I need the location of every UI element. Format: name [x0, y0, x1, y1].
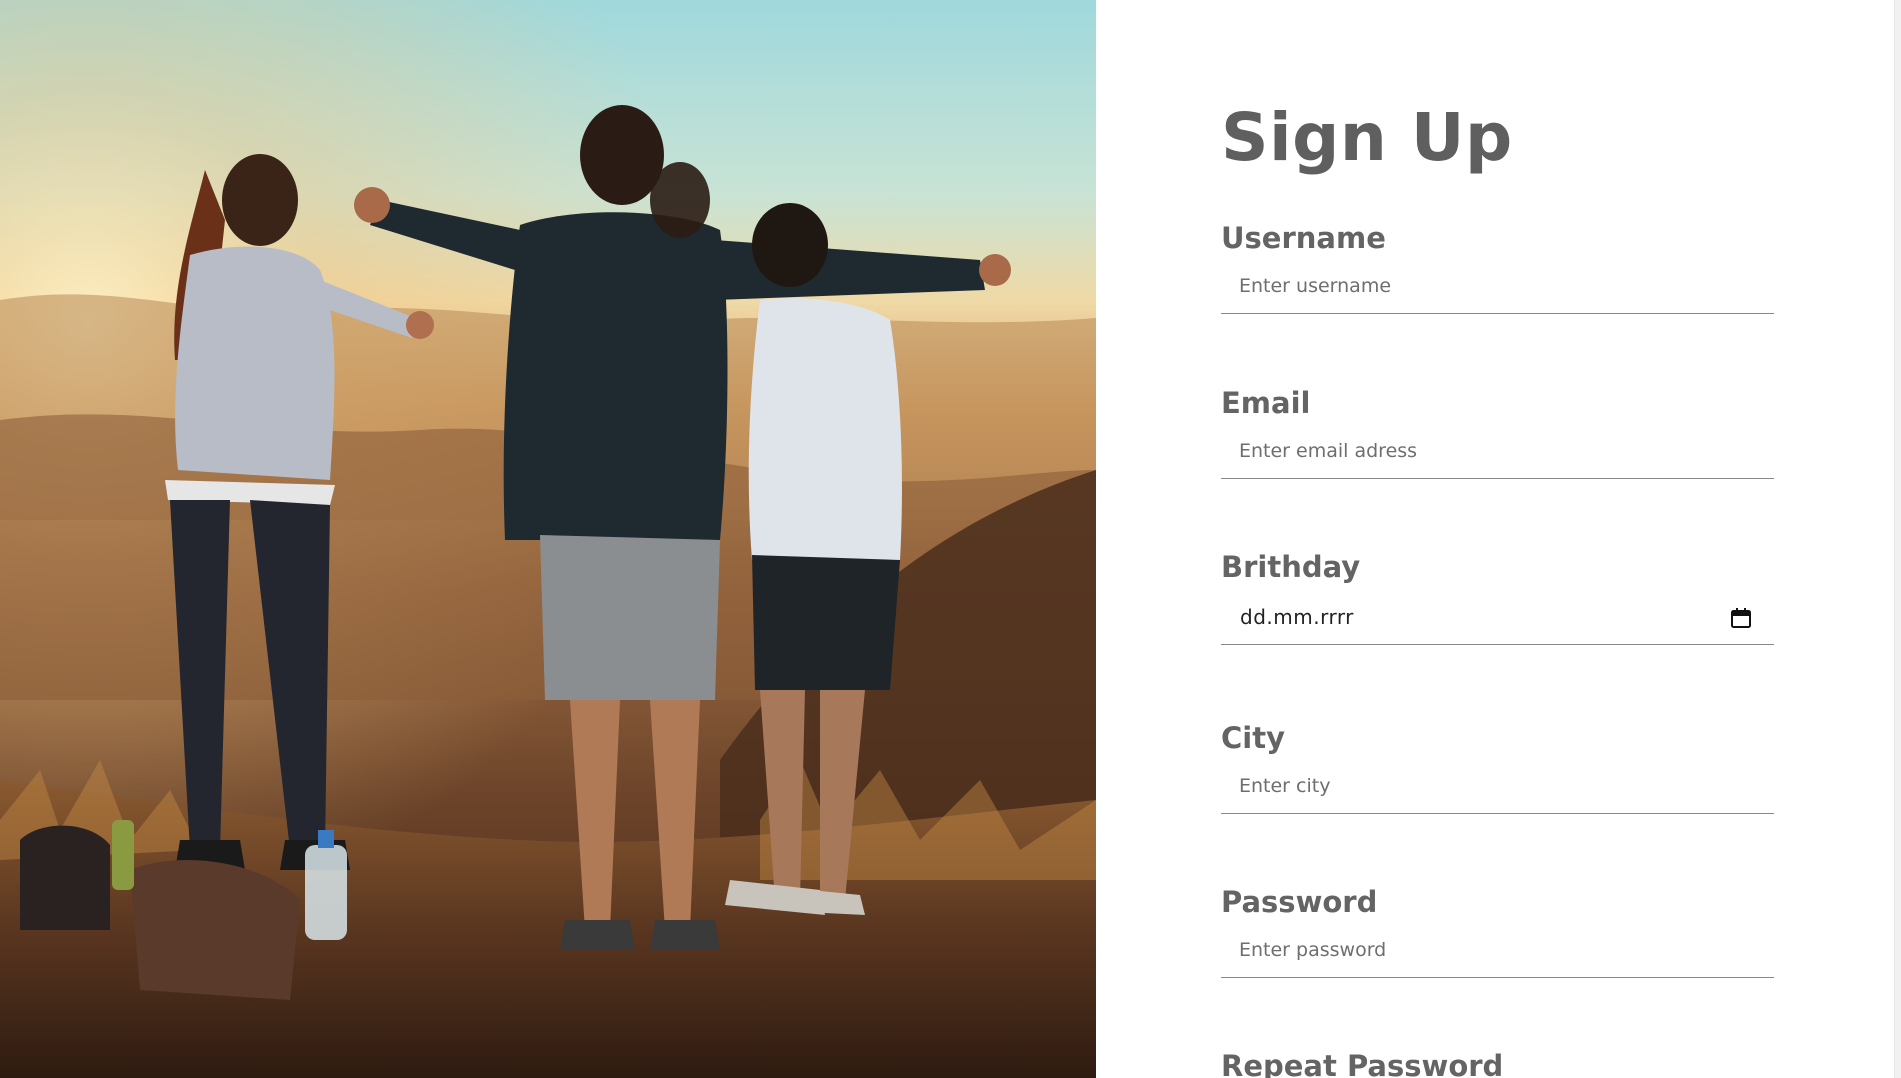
password-input[interactable]: [1221, 922, 1774, 978]
email-label: Email: [1221, 386, 1311, 420]
hero-photo-image: [0, 0, 1096, 1078]
birthday-label: Brithday: [1221, 550, 1361, 584]
email-input[interactable]: [1221, 423, 1774, 479]
birthday-field-group: Brithday dd.mm.rrrr: [1221, 549, 1774, 645]
password-field-group: Password: [1221, 884, 1774, 978]
birthday-date-input[interactable]: dd.mm.rrrr: [1221, 587, 1774, 645]
hero-photo: [0, 0, 1096, 1078]
password-label: Password: [1221, 885, 1378, 919]
form-panel: Sign Up Username Email Brithday dd.mm.rr…: [1096, 0, 1901, 1078]
username-label: Username: [1221, 221, 1386, 255]
email-field-group: Email: [1221, 385, 1774, 479]
signup-page: Sign Up Username Email Brithday dd.mm.rr…: [0, 0, 1901, 1078]
city-label: City: [1221, 721, 1285, 755]
page-title: Sign Up: [1221, 99, 1513, 176]
calendar-icon[interactable]: [1730, 607, 1752, 629]
birthday-date-value: dd.mm.rrrr: [1240, 605, 1354, 629]
repeat-password-label: Repeat Password: [1221, 1049, 1504, 1078]
username-field-group: Username: [1221, 220, 1774, 314]
username-input[interactable]: [1221, 258, 1774, 314]
repeat-password-field-group: Repeat Password: [1221, 1048, 1774, 1078]
page-scrollbar[interactable]: [1894, 0, 1901, 1078]
city-input[interactable]: [1221, 758, 1774, 814]
city-field-group: City: [1221, 720, 1774, 814]
